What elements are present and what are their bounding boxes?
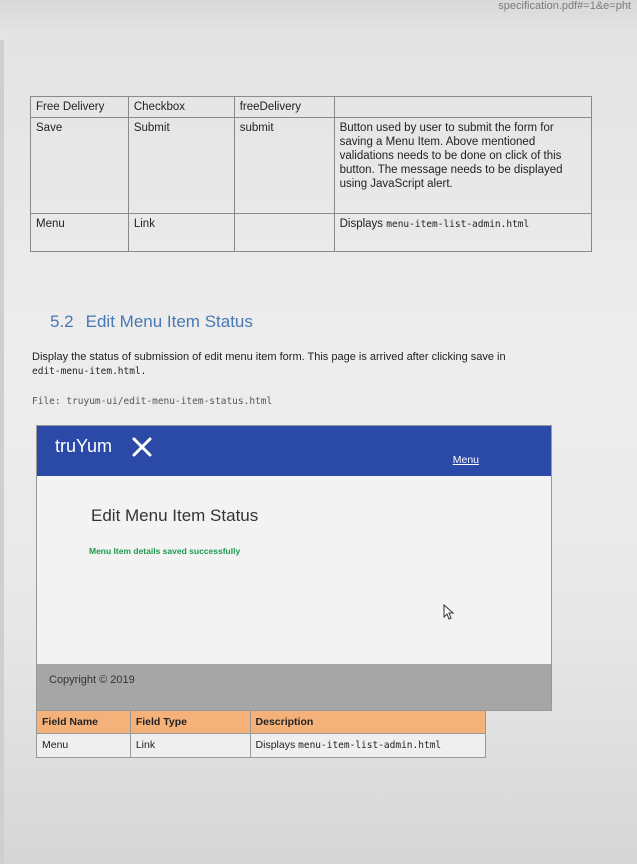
url-fragment: specification.pdf#=1&e=pht: [498, 0, 631, 12]
description-prefix: Displays: [255, 739, 299, 751]
type-cell: Checkbox: [127, 96, 235, 118]
description-code: menu-item-list-admin.html: [386, 219, 530, 230]
table-row: Save Submit submit Button used by user t…: [30, 117, 593, 214]
column-header: Field Name: [36, 710, 131, 734]
column-header: Field Type: [129, 710, 251, 734]
name-cell: [233, 213, 335, 252]
table-header-row: Field Name Field Type Description: [36, 710, 487, 734]
fields-table: Field Name Field Type Description Menu L…: [36, 710, 487, 758]
description-code: menu-item-list-admin.html: [298, 740, 442, 751]
menu-link[interactable]: Menu: [453, 454, 479, 466]
success-message: Menu Item details saved successfully: [89, 546, 241, 556]
column-header: Description: [249, 710, 487, 734]
description-cell: Displays menu-item-list-admin.html: [333, 213, 593, 252]
navbar: truYum Menu: [37, 426, 551, 476]
description-cell: Displays menu-item-list-admin.html: [249, 733, 487, 758]
type-cell: Link: [129, 733, 251, 758]
section-heading: 5.2 Edit Menu Item Status: [50, 312, 253, 332]
footer: Copyright © 2019: [37, 664, 551, 710]
type-cell: Submit: [127, 117, 235, 214]
table-row: Menu Link Displays menu-item-list-admin.…: [30, 213, 593, 252]
description-prefix: Displays: [339, 218, 387, 230]
file-path: File: truyum-ui/edit-menu-item-status.ht…: [32, 396, 273, 407]
paragraph-code: edit-menu-item.html.: [32, 366, 147, 377]
section-number: 5.2: [50, 312, 74, 331]
page-title: Edit Menu Item Status: [91, 506, 259, 525]
table-row: Free Delivery Checkbox freeDelivery: [30, 96, 593, 118]
paragraph-text: Display the status of submission of edit…: [32, 351, 506, 363]
section-paragraph: Display the status of submission of edit…: [32, 350, 577, 379]
section-title: Edit Menu Item Status: [85, 312, 253, 331]
field-cell: Free Delivery: [30, 96, 129, 118]
browser-top-strip: specification.pdf#=1&e=pht: [0, 0, 637, 40]
cursor-icon: [443, 603, 455, 625]
brand-name: truYum: [55, 436, 113, 456]
description-cell: Button used by user to submit the form f…: [333, 117, 593, 214]
field-cell: Save: [30, 117, 129, 214]
type-cell: Link: [127, 213, 235, 252]
name-cell: freeDelivery: [233, 96, 335, 118]
name-cell: submit: [233, 117, 335, 214]
spec-table: Free Delivery Checkbox freeDelivery Save…: [30, 96, 593, 252]
description-cell: [333, 96, 593, 118]
field-cell: Menu: [30, 213, 129, 252]
page-mockup: truYum Menu Edit Menu Item Status Menu I…: [36, 425, 552, 711]
field-cell: Menu: [36, 733, 131, 758]
fork-knife-icon: [131, 436, 153, 463]
table-row: Menu Link Displays menu-item-list-admin.…: [36, 733, 487, 758]
copyright-text: Copyright © 2019: [49, 674, 135, 686]
